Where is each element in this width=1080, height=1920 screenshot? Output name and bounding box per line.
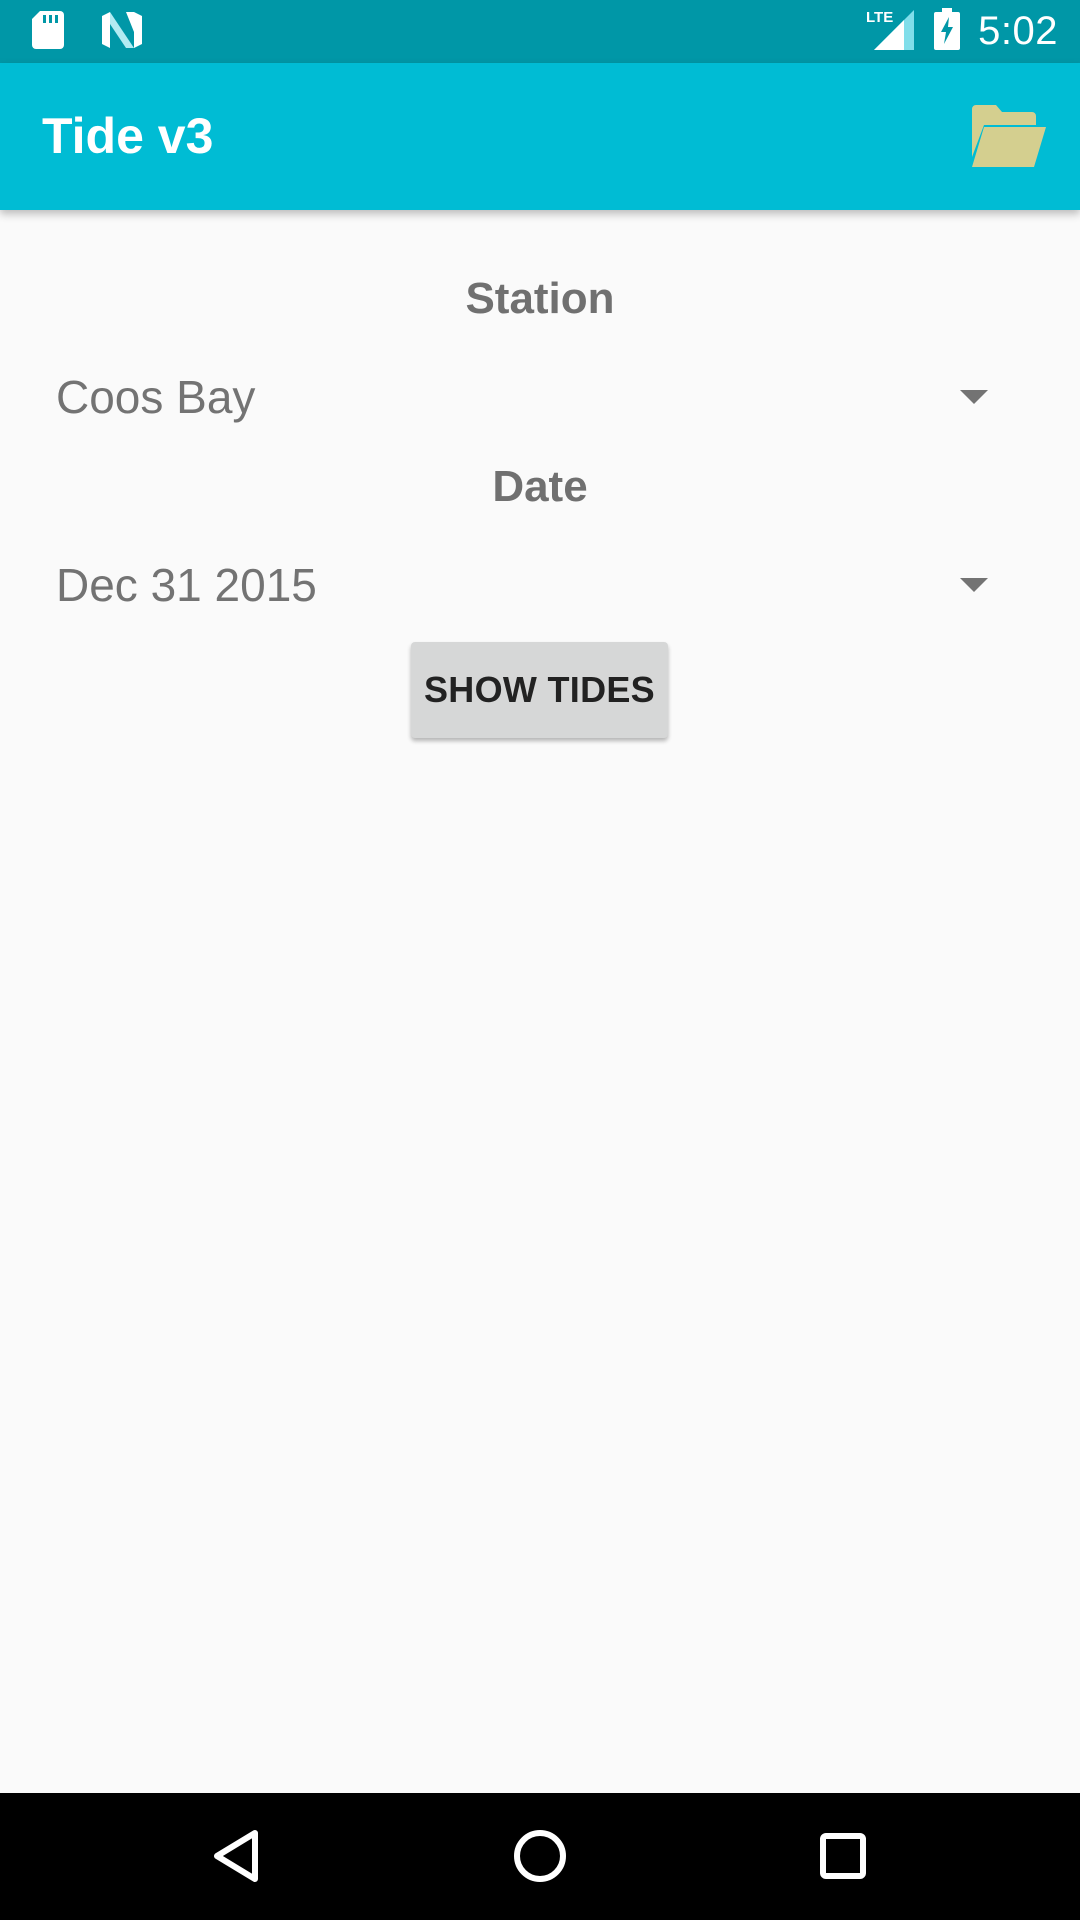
recents-button[interactable] [810, 1823, 876, 1889]
date-label: Date [492, 462, 588, 511]
status-bar: LTE 5:02 [0, 0, 1080, 63]
station-dropdown-arrow-icon [960, 390, 988, 404]
back-button[interactable] [203, 1823, 269, 1889]
date-value: Dec 31 2015 [56, 559, 317, 611]
home-button[interactable] [507, 1823, 573, 1889]
lte-signal-icon: LTE [866, 8, 916, 55]
station-value: Coos Bay [56, 371, 256, 423]
navigation-bar [0, 1793, 1080, 1920]
tide-app-screen: LTE 5:02 Tide v3 Station Coos Bay Date D… [0, 0, 1080, 1920]
status-bar-left [32, 10, 142, 54]
station-spinner[interactable]: Coos Bay [56, 352, 1016, 442]
app-bar: Tide v3 [0, 63, 1080, 210]
recents-icon [820, 1833, 866, 1879]
sd-card-icon [32, 10, 64, 54]
date-spinner[interactable]: Dec 31 2015 [56, 540, 1016, 630]
show-tides-button[interactable]: SHOW TIDES [411, 642, 668, 738]
n-logo-icon [102, 11, 142, 53]
battery-charging-icon [934, 8, 961, 55]
open-folder-button[interactable] [970, 105, 1046, 167]
status-bar-right: LTE 5:02 [866, 0, 1058, 63]
lte-label: LTE [866, 9, 893, 26]
app-title: Tide v3 [42, 108, 214, 164]
status-bar-time: 5:02 [978, 9, 1058, 53]
home-icon [514, 1830, 566, 1882]
station-label: Station [465, 274, 615, 323]
folder-open-icon [972, 105, 1046, 167]
date-dropdown-arrow-icon [960, 578, 988, 592]
back-icon [214, 1830, 258, 1882]
content-area: Station Coos Bay Date Dec 31 2015 SHOW T… [0, 210, 1080, 1793]
